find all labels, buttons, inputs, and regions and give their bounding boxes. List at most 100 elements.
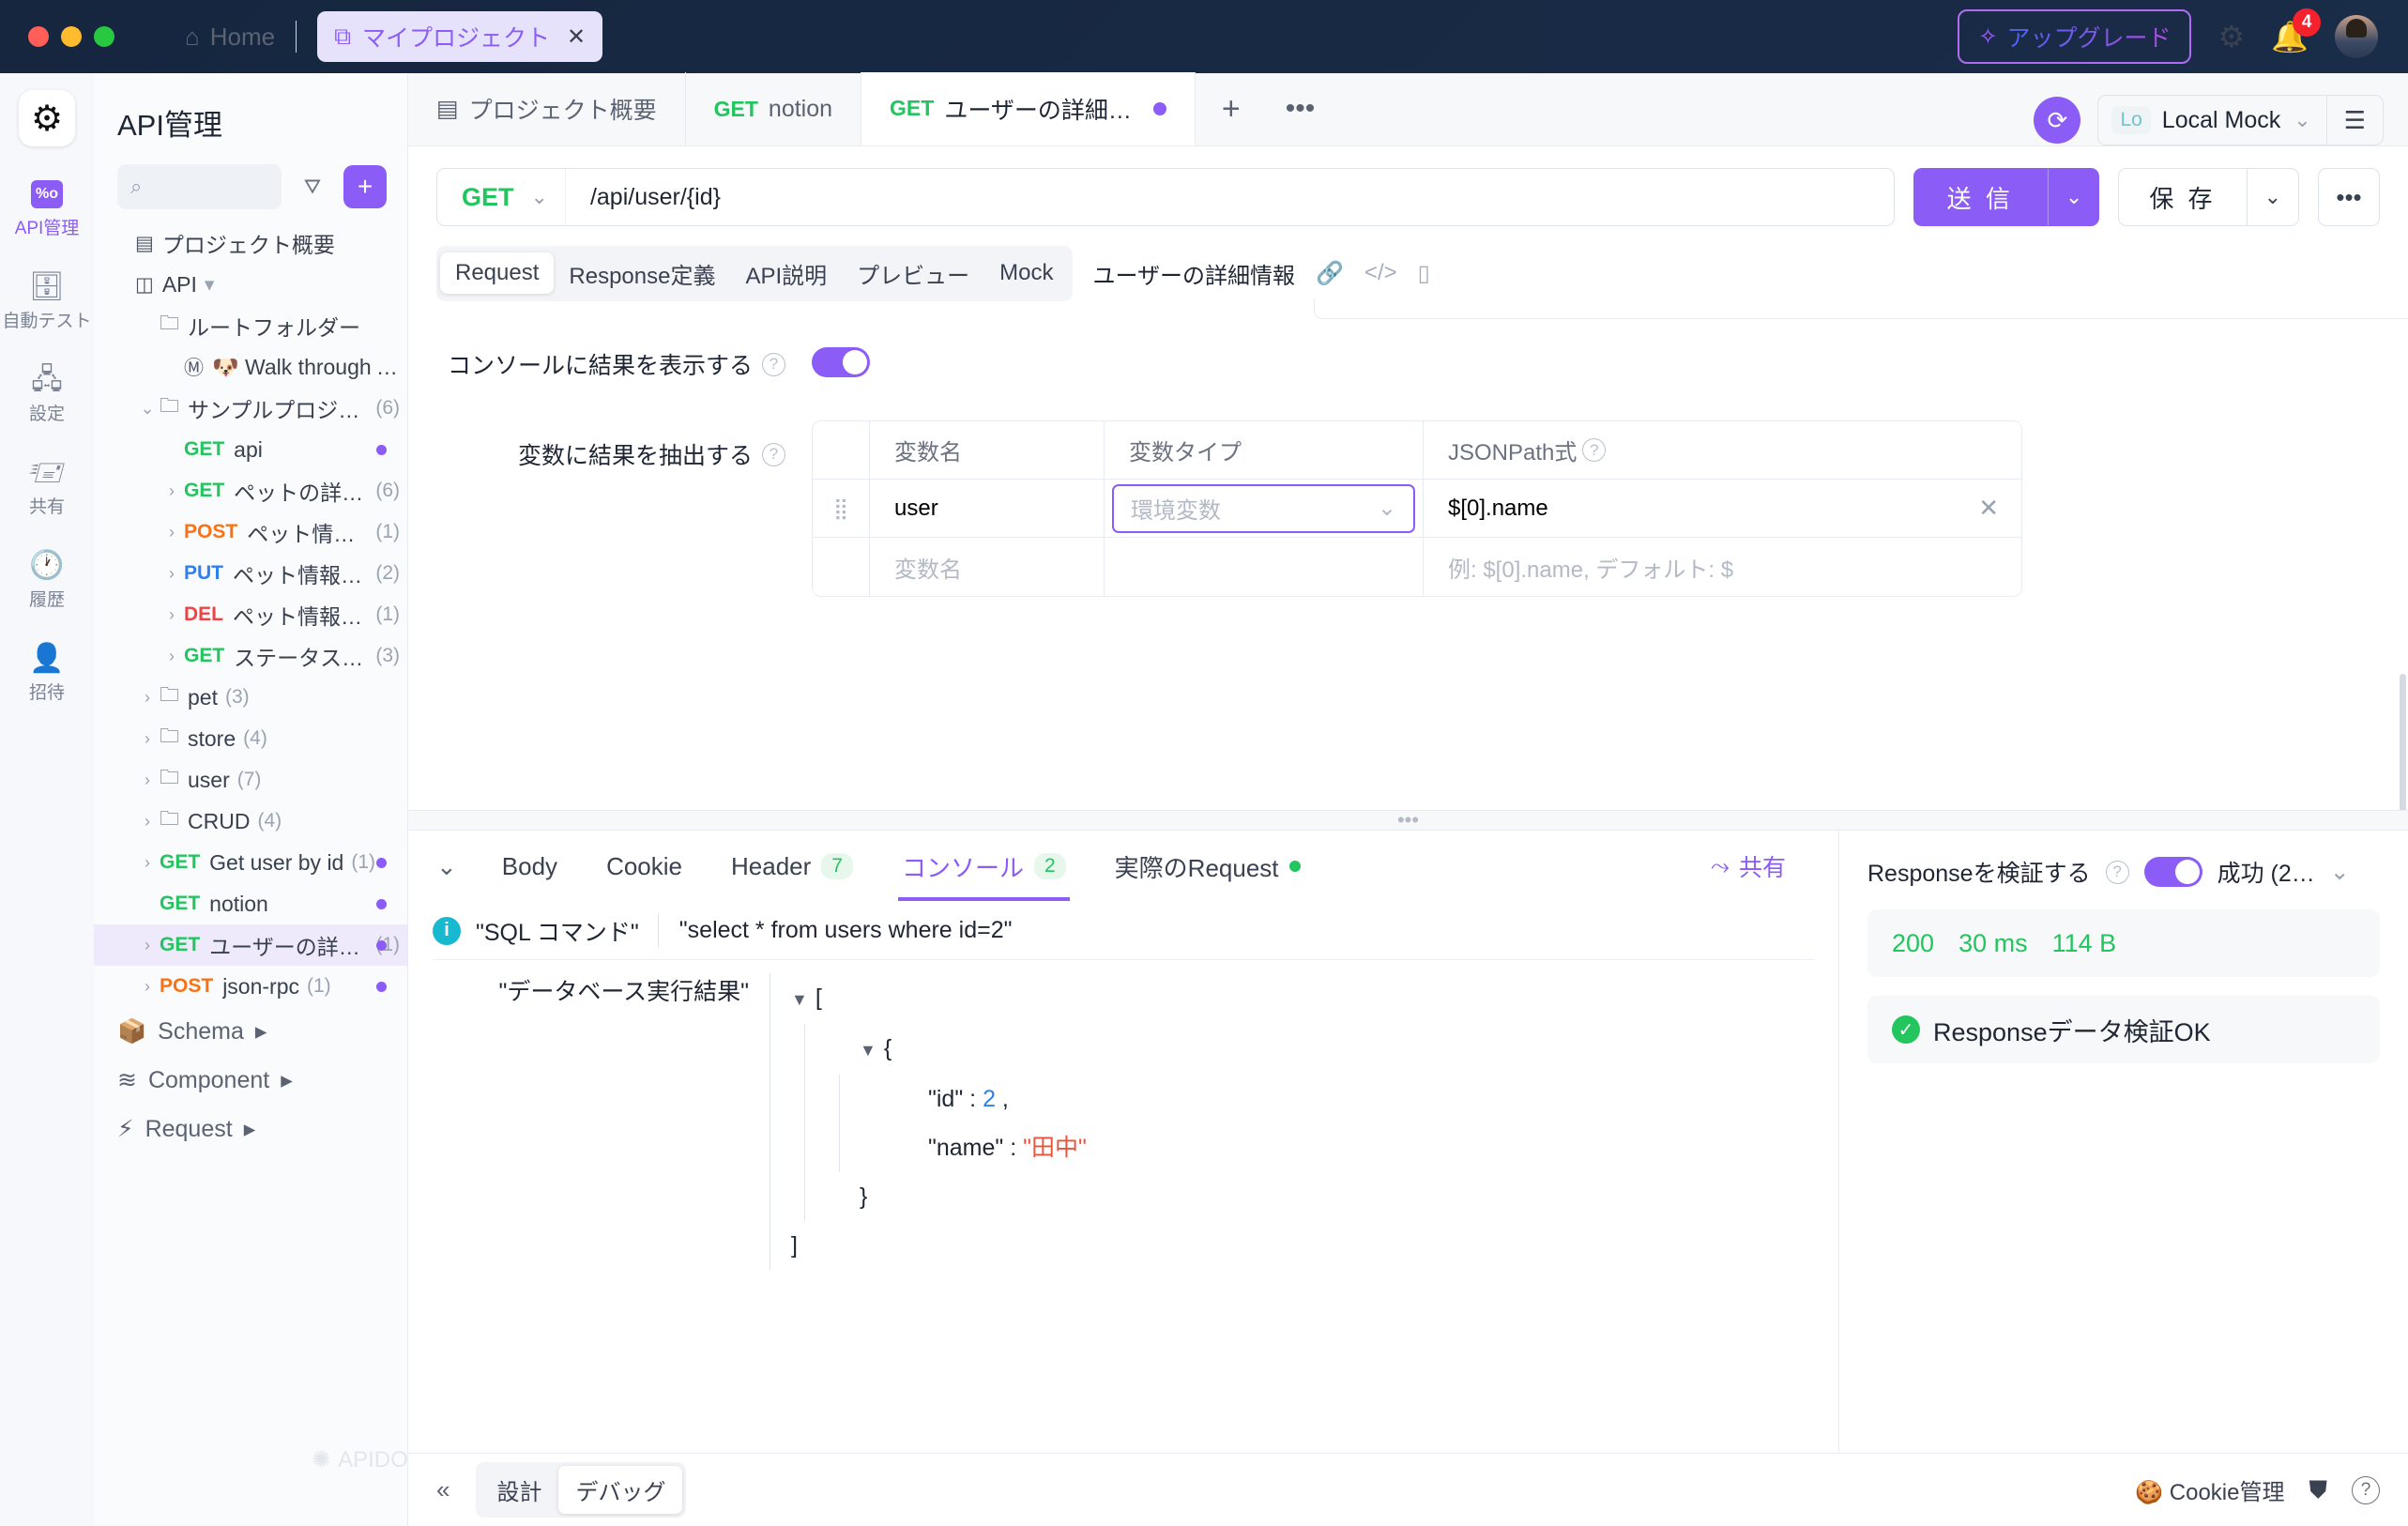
chevron-icon[interactable]: › xyxy=(160,605,184,625)
hamburger-icon[interactable]: ☰ xyxy=(2325,96,2383,145)
variable-name-input[interactable]: user xyxy=(869,480,1104,537)
gift-icon[interactable]: ⛊ xyxy=(2309,1475,2327,1505)
tree-item[interactable]: › 🗀 store (4) xyxy=(94,718,407,759)
search-input[interactable]: ⌕ xyxy=(117,164,282,209)
chevron-icon[interactable]: › xyxy=(135,771,160,790)
window-controls[interactable] xyxy=(28,26,114,47)
panel-splitter[interactable]: ••• xyxy=(408,808,2408,832)
new-tab-button[interactable]: + xyxy=(1196,72,1267,145)
drag-handle[interactable]: ⣿ xyxy=(813,496,869,521)
jsonpath-input[interactable]: $[0].name xyxy=(1448,496,1548,522)
collapse-icon[interactable]: « xyxy=(436,1475,450,1504)
tree-item[interactable]: ›GET ペットの詳細をク… (6) xyxy=(94,470,407,511)
tab-console[interactable]: コンソール 2 xyxy=(877,832,1090,901)
json-line[interactable]: ▼{ xyxy=(826,1024,1087,1075)
triangle-icon[interactable]: ▼ xyxy=(860,1041,876,1060)
chevron-icon[interactable]: › xyxy=(160,647,184,666)
tree-item[interactable]: GET notion xyxy=(94,883,407,924)
minimize-window-button[interactable] xyxy=(61,26,82,47)
panel-icon[interactable]: ▯ xyxy=(1418,260,1430,287)
tab-cookie[interactable]: Cookie xyxy=(582,832,707,901)
upgrade-button[interactable]: ✧ アップグレード xyxy=(1958,9,2192,64)
chevron-icon[interactable]: › xyxy=(160,523,184,542)
rail-item-share[interactable]: 🖅 共有 xyxy=(0,459,94,518)
console-output-toggle[interactable] xyxy=(812,347,870,377)
mode-debug[interactable]: デバッグ xyxy=(558,1466,683,1514)
more-options-button[interactable]: ••• xyxy=(2318,168,2380,226)
chevron-icon[interactable]: › xyxy=(135,936,160,955)
tree-item[interactable]: › 🗀 user (7) xyxy=(94,759,407,801)
subtab-response-definition[interactable]: Response定義 xyxy=(554,250,730,298)
url-input[interactable]: /api/user/{id} xyxy=(566,184,721,211)
variable-type-select[interactable]: 環境変数 ⌄ xyxy=(1112,483,1415,533)
sidebar-item-request[interactable]: ⚡ Request ▸ xyxy=(94,1105,407,1153)
cookie-manager-button[interactable]: 🍪 Cookie管理 xyxy=(2135,1473,2284,1506)
link-icon[interactable]: 🔗 xyxy=(1316,260,1344,287)
close-icon[interactable]: ✕ xyxy=(567,23,586,51)
help-icon[interactable]: ? xyxy=(2105,860,2129,884)
chevron-down-icon[interactable]: ⌄ xyxy=(2246,169,2298,225)
chevron-icon[interactable]: › xyxy=(135,853,160,873)
sidebar-item-schema[interactable]: 📦 Schema ▸ xyxy=(94,1007,407,1056)
help-icon[interactable]: ? xyxy=(762,352,785,376)
tree-item[interactable]: ›POST ペット情報を作成… (1) xyxy=(94,511,407,553)
tab-more-button[interactable]: ••• xyxy=(1267,72,1334,145)
share-button[interactable]: ⤳ 共有 xyxy=(1711,849,1814,883)
environment-select[interactable]: Lo Local Mock ⌄ ☰ xyxy=(2097,95,2384,145)
json-line[interactable]: ▼[ xyxy=(791,973,1087,1024)
tree-item[interactable]: › POST json-rpc (1) xyxy=(94,966,407,1007)
subtab-mock[interactable]: Mock xyxy=(984,252,1068,294)
sync-icon[interactable]: ⟳ xyxy=(2034,97,2081,144)
home-button[interactable]: ⌂ Home xyxy=(185,23,275,52)
validate-toggle[interactable] xyxy=(2143,857,2202,887)
tree-item[interactable]: GET api xyxy=(94,429,407,470)
maximize-window-button[interactable] xyxy=(94,26,114,47)
avatar[interactable] xyxy=(2335,15,2378,58)
subtab-preview[interactable]: プレビュー xyxy=(842,250,984,298)
rail-item-api-management[interactable]: %o API管理 xyxy=(0,180,94,239)
rail-item-history[interactable]: 🕐 履歴 xyxy=(0,552,94,611)
scrollbar[interactable] xyxy=(2400,674,2406,810)
notifications-button[interactable]: 🔔 4 xyxy=(2271,8,2321,54)
tab-project-overview[interactable]: ▤ プロジェクト概要 xyxy=(408,72,686,145)
jsonpath-input[interactable]: 例: $[0].name, デフォルト: $ xyxy=(1423,538,2021,596)
tree-item[interactable]: ▤ プロジェクト概要 xyxy=(94,222,407,264)
tree-item[interactable]: ›GETユーザーの詳細情報(1) xyxy=(94,924,407,966)
tree-item[interactable]: › 🗀 CRUD (4) xyxy=(94,801,407,842)
tab-actual-request[interactable]: 実際のRequest xyxy=(1090,832,1325,901)
project-tab[interactable]: ⧉ マイプロジェクト ✕ xyxy=(317,11,603,62)
tree-item[interactable]: ›PUT ペット情報を更新… (2) xyxy=(94,553,407,594)
subtab-api-description[interactable]: API説明 xyxy=(730,250,842,298)
tree-item[interactable]: Ⓜ 🐶 Walk through Apidog xyxy=(94,346,407,388)
rail-item-settings[interactable]: 🖧 設定 xyxy=(0,366,94,425)
rail-item-invite[interactable]: 👤 招待 xyxy=(0,645,94,704)
method-select[interactable]: GET xyxy=(437,183,514,212)
tree-item[interactable]: › 🗀 pet (3) xyxy=(94,677,407,718)
sidebar-item-component[interactable]: ≋ Component ▸ xyxy=(94,1056,407,1105)
add-button[interactable]: + xyxy=(343,165,387,208)
tree-item[interactable]: ◫ API ▾ xyxy=(94,264,407,305)
send-button[interactable]: 送 信 ⌄ xyxy=(1913,168,2100,226)
tree-item[interactable]: ›GET ステータスに基づい… (3) xyxy=(94,635,407,677)
chevron-icon[interactable]: › xyxy=(135,812,160,832)
rail-item-automated-test[interactable]: 🗄 自動テスト xyxy=(0,273,94,332)
mode-design[interactable]: 設計 xyxy=(480,1466,558,1514)
tree-item[interactable]: › GET Get user by id (1) xyxy=(94,842,407,883)
tree-item[interactable]: ›DEL ペット情報を削除… (1) xyxy=(94,594,407,635)
url-input-group[interactable]: GET ⌄ /api/user/{id} xyxy=(436,168,1895,226)
collapse-chevron-icon[interactable]: ⌄ xyxy=(433,852,478,881)
variable-name-input[interactable]: 変数名 xyxy=(869,538,1104,596)
tree-item[interactable]: ⌄🗀 サンプルプロジェクト (6) xyxy=(94,388,407,429)
tree-item[interactable]: 🗀 ルートフォルダー xyxy=(94,305,407,346)
chevron-icon[interactable]: › xyxy=(160,564,184,584)
help-icon[interactable]: ? xyxy=(762,442,785,466)
chevron-icon[interactable]: ⌄ xyxy=(135,399,160,419)
chevron-icon[interactable]: › xyxy=(135,977,160,997)
chevron-down-icon[interactable]: ⌄ xyxy=(2330,858,2350,886)
gear-icon[interactable]: ⚙ xyxy=(2217,19,2245,54)
help-icon[interactable]: ? xyxy=(1582,438,1607,462)
filter-icon[interactable]: ⛛ xyxy=(293,167,332,206)
triangle-icon[interactable]: ▼ xyxy=(791,990,808,1009)
save-button[interactable]: 保 存 ⌄ xyxy=(2118,168,2299,226)
clear-row-button[interactable]: ✕ xyxy=(1978,494,1999,523)
